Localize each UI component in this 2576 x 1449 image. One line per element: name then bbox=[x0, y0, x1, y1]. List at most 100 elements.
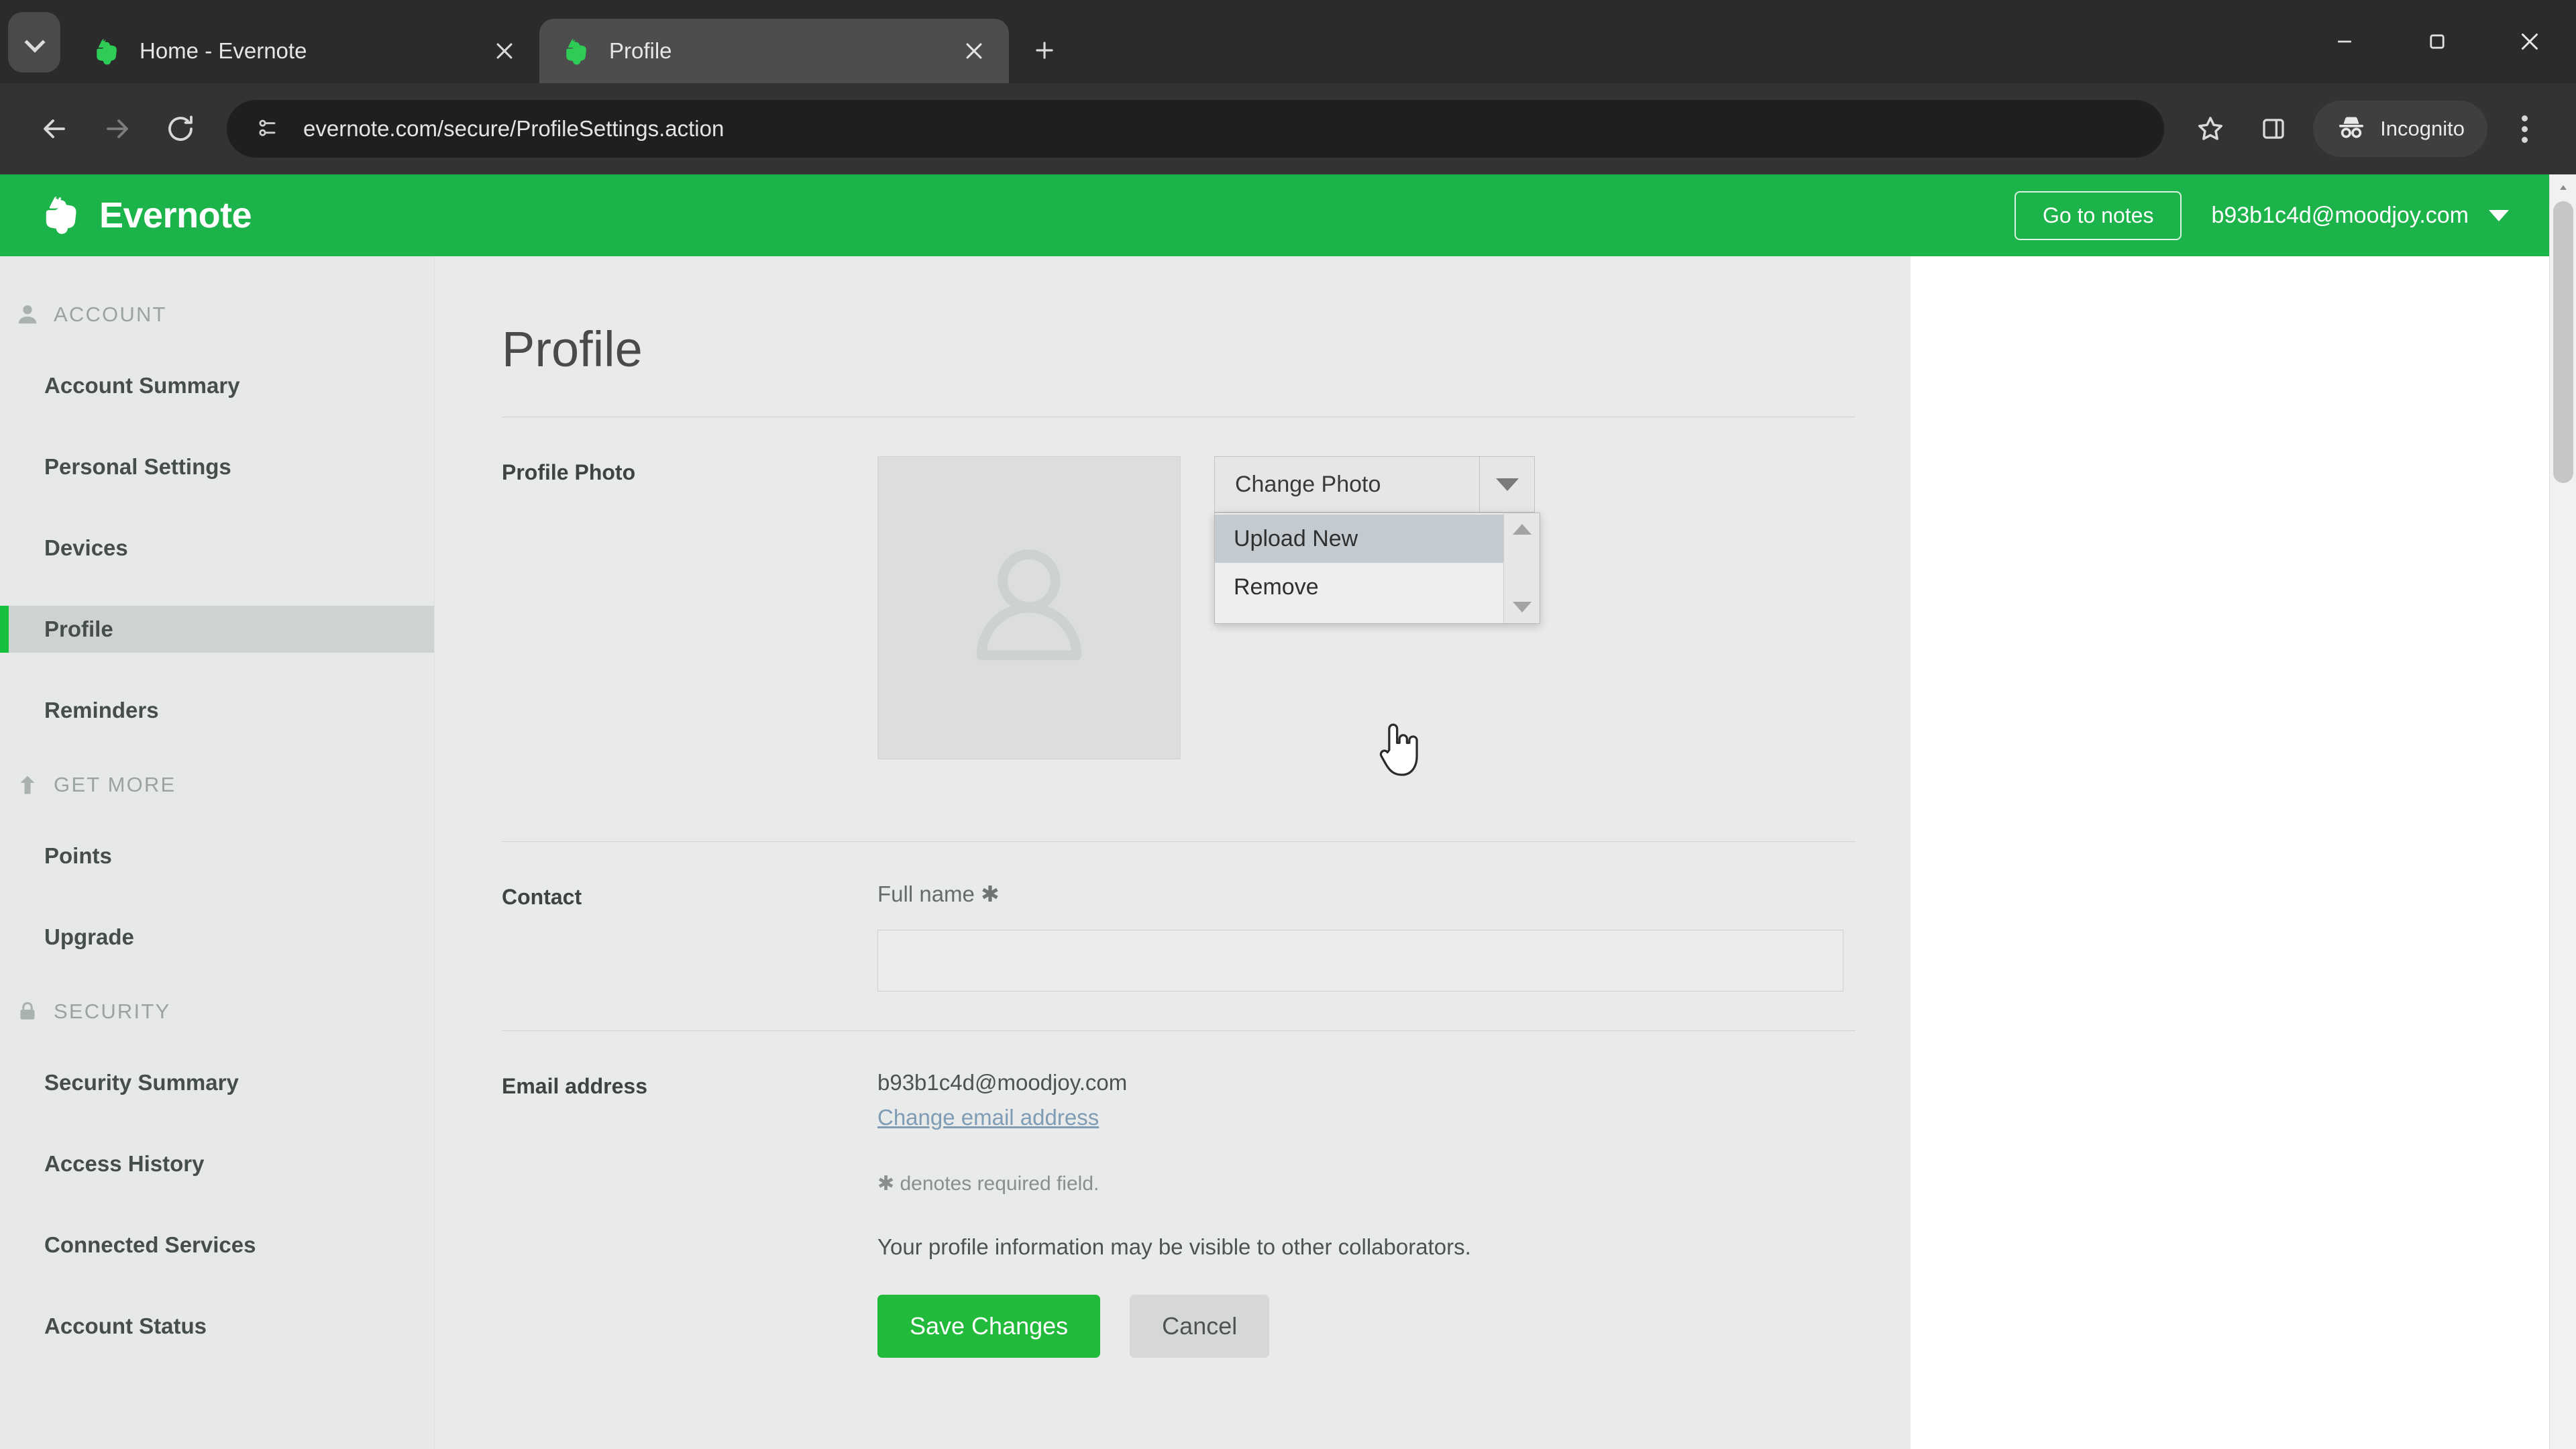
profile-photo-row: Profile Photo Change Photo Upload New Re… bbox=[502, 417, 1856, 759]
profile-photo-field: Change Photo Upload New Remove bbox=[877, 456, 1856, 759]
scrollbar-thumb[interactable] bbox=[2553, 201, 2573, 483]
caret-down-icon[interactable] bbox=[2489, 209, 2509, 221]
account-email[interactable]: b93b1c4d@moodjoy.com bbox=[2211, 203, 2469, 229]
sidebar-group-get-more: GET MORE Points Upgrade bbox=[0, 768, 434, 961]
sidebar-item-label: Account Summary bbox=[44, 373, 240, 398]
url-text: evernote.com/secure/ProfileSettings.acti… bbox=[303, 116, 724, 141]
dropdown-option-remove[interactable]: Remove bbox=[1215, 563, 1503, 611]
change-photo-selected-value: Change Photo bbox=[1235, 471, 1381, 497]
plus-icon bbox=[1036, 42, 1053, 59]
sidebar-group-security: SECURITY Security Summary Access History… bbox=[0, 995, 434, 1350]
sidebar-item-personal-settings[interactable]: Personal Settings bbox=[0, 443, 434, 490]
site-settings-icon[interactable] bbox=[250, 111, 286, 147]
sidebar-item-label: Upgrade bbox=[44, 924, 134, 949]
dropdown-option-label: Upload New bbox=[1234, 525, 1358, 551]
dropdown-option-label: Remove bbox=[1234, 574, 1319, 600]
full-name-label-text: Full name bbox=[877, 881, 975, 906]
sidebar-item-reminders[interactable]: Reminders bbox=[0, 687, 434, 734]
reload-icon[interactable] bbox=[149, 97, 212, 160]
sidebar-group-header: ACCOUNT bbox=[0, 298, 434, 331]
sidebar-item-account-summary[interactable]: Account Summary bbox=[0, 362, 434, 409]
tab-search-button[interactable] bbox=[8, 12, 60, 72]
close-window-button[interactable] bbox=[2483, 0, 2576, 83]
avatar[interactable] bbox=[877, 456, 1181, 759]
site-header: Evernote Go to notes b93b1c4d@moodjoy.co… bbox=[0, 174, 2576, 256]
scroll-down-arrow-icon[interactable] bbox=[1512, 602, 1532, 612]
forward-arrow-icon[interactable] bbox=[86, 97, 149, 160]
main-content: Profile Profile Photo Change Photo Uploa… bbox=[435, 256, 1911, 1449]
required-asterisk: ✱ bbox=[981, 881, 1000, 906]
sidebar-item-points[interactable]: Points bbox=[0, 833, 434, 879]
change-email-link[interactable]: Change email address bbox=[877, 1105, 1099, 1130]
header-right: Go to notes b93b1c4d@moodjoy.com bbox=[2015, 191, 2509, 240]
go-to-notes-button[interactable]: Go to notes bbox=[2015, 191, 2182, 240]
browser-tab-profile[interactable]: Profile bbox=[539, 19, 1009, 83]
sidebar-item-label: Account Status bbox=[44, 1313, 207, 1338]
chevron-down-icon bbox=[25, 34, 43, 51]
sidebar-group-label: ACCOUNT bbox=[54, 303, 167, 326]
browser-window: Home - Evernote Profile evernote.com/sec… bbox=[0, 0, 2576, 1449]
sidebar-item-security-summary[interactable]: Security Summary bbox=[0, 1059, 434, 1106]
form-actions: Save Changes Cancel bbox=[877, 1295, 1856, 1358]
sidebar-item-connected-services[interactable]: Connected Services bbox=[0, 1222, 434, 1269]
caret-down-glyph bbox=[1495, 478, 1519, 491]
email-value: b93b1c4d@moodjoy.com bbox=[877, 1070, 1128, 1095]
browser-toolbar: evernote.com/secure/ProfileSettings.acti… bbox=[0, 83, 2576, 174]
change-photo-control: Change Photo Upload New Remove bbox=[1214, 456, 1540, 624]
maximize-button[interactable] bbox=[2391, 0, 2483, 83]
evernote-icon bbox=[93, 36, 122, 66]
email-address-label: Email address bbox=[502, 1074, 647, 1098]
kebab-menu-icon[interactable] bbox=[2496, 100, 2553, 158]
sidebar-item-profile[interactable]: Profile bbox=[0, 606, 434, 653]
visibility-note: Your profile information may be visible … bbox=[877, 1234, 1471, 1259]
sidebar-item-account-status[interactable]: Account Status bbox=[0, 1303, 434, 1350]
kebab-dot bbox=[2521, 115, 2528, 121]
star-icon[interactable] bbox=[2179, 97, 2242, 160]
sidebar-item-label: Access History bbox=[44, 1151, 205, 1176]
sidebar-item-label: Reminders bbox=[44, 698, 159, 722]
sidebar-group-label: SECURITY bbox=[54, 1000, 171, 1023]
window-controls bbox=[2298, 0, 2576, 83]
evernote-logo[interactable]: Evernote bbox=[40, 192, 252, 239]
side-panel-icon[interactable] bbox=[2242, 97, 2305, 160]
brand-name: Evernote bbox=[99, 195, 252, 235]
sidebar-item-upgrade[interactable]: Upgrade bbox=[0, 914, 434, 961]
sidebar-item-access-history[interactable]: Access History bbox=[0, 1140, 434, 1187]
tab-title: Home - Evernote bbox=[140, 38, 307, 63]
address-bar[interactable]: evernote.com/secure/ProfileSettings.acti… bbox=[227, 100, 2165, 158]
sidebar-item-label: Personal Settings bbox=[44, 454, 231, 479]
profile-photo-label: Profile Photo bbox=[502, 460, 636, 484]
incognito-icon bbox=[2336, 112, 2367, 146]
scroll-up-arrow-icon[interactable] bbox=[1512, 524, 1532, 535]
sidebar-group-account: ACCOUNT Account Summary Personal Setting… bbox=[0, 298, 434, 734]
up-arrow-icon bbox=[12, 769, 43, 800]
close-icon[interactable] bbox=[487, 34, 522, 68]
back-arrow-icon[interactable] bbox=[23, 97, 86, 160]
required-field-note: ✱ denotes required field. bbox=[877, 1173, 1099, 1195]
page-body: ACCOUNT Account Summary Personal Setting… bbox=[0, 256, 2576, 1449]
chevron-down-icon[interactable] bbox=[1479, 457, 1534, 512]
sidebar-item-label: Points bbox=[44, 843, 112, 868]
email-row: Email address b93b1c4d@moodjoy.com Chang… bbox=[502, 1031, 1856, 1358]
dropdown-scrollbar[interactable] bbox=[1503, 513, 1540, 623]
contact-label: Contact bbox=[502, 885, 582, 909]
sidebar-group-label: GET MORE bbox=[54, 773, 176, 796]
sidebar-item-devices[interactable]: Devices bbox=[0, 525, 434, 572]
close-icon[interactable] bbox=[957, 34, 991, 68]
change-photo-select[interactable]: Change Photo bbox=[1214, 456, 1535, 513]
dropdown-options: Upload New Remove bbox=[1215, 513, 1503, 623]
incognito-indicator[interactable]: Incognito bbox=[2313, 101, 2487, 157]
scroll-up-arrow-icon[interactable] bbox=[2550, 174, 2576, 201]
dropdown-option-upload-new[interactable]: Upload New bbox=[1215, 515, 1503, 563]
person-placeholder-icon bbox=[952, 529, 1106, 687]
new-tab-button[interactable] bbox=[1021, 27, 1068, 74]
cancel-button[interactable]: Cancel bbox=[1130, 1295, 1270, 1358]
evernote-page: Evernote Go to notes b93b1c4d@moodjoy.co… bbox=[0, 174, 2576, 1449]
browser-tab-home[interactable]: Home - Evernote bbox=[70, 19, 539, 83]
tab-strip: Home - Evernote Profile bbox=[0, 0, 2576, 83]
lock-icon bbox=[12, 996, 43, 1027]
full-name-input[interactable] bbox=[877, 930, 1843, 991]
save-changes-button[interactable]: Save Changes bbox=[877, 1295, 1101, 1358]
page-scrollbar[interactable] bbox=[2549, 174, 2576, 1449]
minimize-button[interactable] bbox=[2298, 0, 2391, 83]
